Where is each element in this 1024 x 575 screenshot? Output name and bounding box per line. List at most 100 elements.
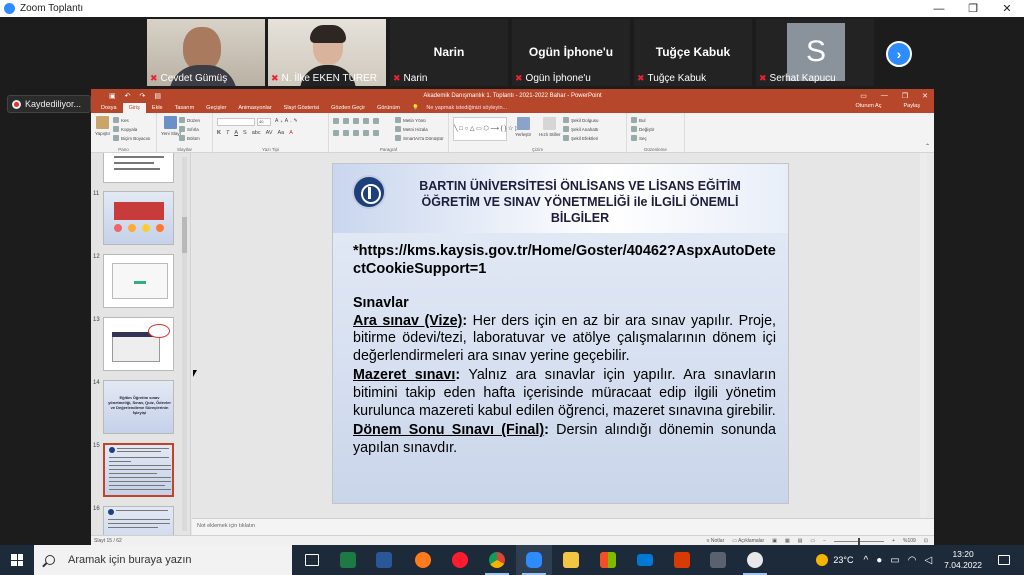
network-icon[interactable]: ▭ bbox=[890, 555, 899, 566]
weather-icon[interactable] bbox=[816, 554, 829, 566]
tab-insert[interactable]: Ekle bbox=[146, 105, 169, 113]
slide-thumbnail[interactable] bbox=[103, 317, 174, 371]
slide-thumbnail[interactable] bbox=[103, 191, 174, 245]
participant-tile-cevdet[interactable]: ✖ Cevdet Gümüş bbox=[147, 19, 265, 86]
thumbnail-scrollbar[interactable] bbox=[182, 157, 187, 531]
tell-me-search[interactable]: 💡 Ne yapmak istediğinizi söyleyin... bbox=[406, 105, 519, 113]
ppt-close-button[interactable]: ✕ bbox=[922, 92, 928, 100]
tab-review[interactable]: Gözden Geçir bbox=[325, 105, 371, 113]
shape-effects-button[interactable]: Şekil Efektleri bbox=[563, 135, 598, 141]
slide-thumbnail[interactable]: Eğitim Öğretim sınav yönetmeliği, Sınav,… bbox=[103, 380, 174, 434]
sign-in-link[interactable]: Oturum Aç bbox=[850, 103, 888, 111]
taskbar-app-excel[interactable] bbox=[330, 545, 366, 575]
current-slide[interactable]: BARTIN ÜNİVERSİTESİ ÖNLİSANS VE LİSANS E… bbox=[332, 163, 789, 504]
ribbon-display-icon[interactable]: ▭ bbox=[860, 92, 867, 100]
layout-button[interactable]: Düzen bbox=[179, 117, 200, 123]
participant-tile-narin[interactable]: Narin ✖ Narin bbox=[390, 19, 508, 86]
share-button[interactable]: Paylaş bbox=[897, 103, 926, 111]
taskbar-app-calculator[interactable] bbox=[700, 545, 736, 575]
font-style-buttons[interactable]: K T A Sabc AV Aa A bbox=[217, 130, 293, 136]
taskbar-app-zoom[interactable] bbox=[516, 545, 552, 575]
font-size-box[interactable]: 40 bbox=[257, 118, 271, 126]
list-buttons[interactable] bbox=[333, 118, 379, 124]
participant-tile-tugce[interactable]: Tuğçe Kabuk ✖ Tuğçe Kabuk bbox=[634, 19, 752, 86]
taskbar-app-word[interactable] bbox=[366, 545, 402, 575]
quick-styles-button[interactable]: Hızlı Stiller bbox=[539, 117, 561, 137]
slide-thumbnail[interactable] bbox=[103, 153, 174, 183]
ppt-minimize-button[interactable]: — bbox=[881, 92, 888, 100]
tab-home[interactable]: Giriş bbox=[122, 103, 146, 113]
taskbar-app-file-explorer[interactable] bbox=[553, 545, 589, 575]
minimize-button[interactable]: — bbox=[922, 0, 956, 17]
participant-tile-serhat[interactable]: S ✖ Serhat Kapucu bbox=[756, 19, 874, 86]
volume-icon[interactable]: ◁ bbox=[924, 555, 932, 566]
maximize-button[interactable]: ❐ bbox=[956, 0, 990, 17]
replace-button[interactable]: Değiştir bbox=[631, 126, 654, 132]
arrange-button[interactable]: Yerleştir bbox=[515, 117, 531, 137]
tab-view[interactable]: Görünüm bbox=[371, 105, 406, 113]
tab-transitions[interactable]: Geçişler bbox=[200, 105, 232, 113]
reading-view-icon[interactable]: ▤ bbox=[798, 538, 803, 544]
slide-vertical-scrollbar[interactable] bbox=[920, 153, 927, 518]
align-text-button[interactable]: Metni Hizala bbox=[395, 126, 428, 132]
taskbar-app-chrome[interactable] bbox=[479, 545, 515, 575]
next-page-arrow-icon[interactable]: › bbox=[886, 41, 912, 67]
comments-toggle[interactable]: ▭ Açıklamalar bbox=[732, 538, 764, 544]
shape-outline-button[interactable]: Şekil Anahattı bbox=[563, 126, 599, 132]
alignment-buttons[interactable] bbox=[333, 130, 379, 136]
slide-url-text[interactable]: *https://kms.kaysis.gov.tr/Home/Goster/4… bbox=[353, 242, 778, 278]
reset-button[interactable]: Sıfırla bbox=[179, 126, 199, 132]
temperature[interactable]: 23°C bbox=[833, 555, 853, 565]
taskbar-app-mail[interactable] bbox=[627, 545, 663, 575]
text-direction-button[interactable]: Metin Yönü bbox=[395, 117, 426, 123]
fit-slide-icon[interactable]: ⊡ bbox=[924, 538, 928, 544]
slide-thumbnail-pane[interactable]: 11 12 13 14 Eğitim Öğretim sınav yönetme… bbox=[91, 153, 191, 535]
taskbar-search-box[interactable]: Aramak için buraya yazın bbox=[34, 545, 292, 575]
recording-indicator[interactable]: Kaydediliyor... bbox=[7, 95, 91, 113]
zoom-in-button[interactable]: + bbox=[892, 538, 895, 544]
format-painter-button[interactable]: Biçim Boyacısı bbox=[113, 135, 151, 141]
shape-fill-button[interactable]: Şekil Dolgusu bbox=[563, 117, 599, 123]
participant-tile-ilke[interactable]: ✖ N. İlke EKEN TURER bbox=[268, 19, 386, 86]
tab-animations[interactable]: Animasyonlar bbox=[232, 105, 277, 113]
clock[interactable]: 13:20 7.04.2022 bbox=[944, 549, 982, 571]
collapse-ribbon-icon[interactable]: ⌃ bbox=[925, 143, 930, 150]
notes-pane[interactable]: Not eklemek için tıklatın bbox=[192, 518, 934, 535]
taskbar-app-opera[interactable] bbox=[442, 545, 478, 575]
shapes-gallery[interactable]: ╲ □ ○ △ ▭ ⬡ ⟶ { } ☆ ▷ bbox=[453, 117, 520, 141]
zoom-out-button[interactable]: − bbox=[823, 538, 826, 544]
ppt-maximize-button[interactable]: ❐ bbox=[902, 92, 908, 100]
zoom-level[interactable]: %109 bbox=[903, 538, 916, 544]
scrollbar-thumb[interactable] bbox=[182, 217, 187, 253]
font-size-buttons[interactable]: A + A- ✎ bbox=[275, 118, 298, 124]
taskbar-app-firefox[interactable] bbox=[405, 545, 441, 575]
tab-design[interactable]: Tasarım bbox=[169, 105, 201, 113]
find-button[interactable]: Bul bbox=[631, 117, 646, 123]
tab-slideshow[interactable]: Slayt Gösterisi bbox=[278, 105, 325, 113]
task-view-button[interactable] bbox=[294, 545, 330, 575]
microphone-icon[interactable]: ● bbox=[876, 555, 882, 566]
taskbar-app-paint[interactable] bbox=[737, 545, 773, 575]
zoom-slider[interactable] bbox=[834, 537, 885, 545]
smartart-button[interactable]: SmartArt'a Dönüştür bbox=[395, 135, 444, 141]
notes-toggle[interactable]: ≡ Notlar bbox=[707, 538, 725, 544]
font-name-box[interactable] bbox=[217, 118, 255, 126]
new-slide-button[interactable]: Yeni Slayt bbox=[161, 116, 181, 136]
slide-thumbnail[interactable] bbox=[103, 254, 174, 308]
slide-thumbnail[interactable] bbox=[103, 506, 174, 535]
slideshow-view-icon[interactable]: ▭ bbox=[810, 538, 815, 544]
slide-editing-area[interactable]: BARTIN ÜNİVERSİTESİ ÖNLİSANS VE LİSANS E… bbox=[192, 153, 927, 518]
normal-view-icon[interactable]: ▣ bbox=[772, 538, 777, 544]
slide-sorter-icon[interactable]: ▦ bbox=[785, 538, 790, 544]
select-button[interactable]: Seç bbox=[631, 135, 647, 141]
section-button[interactable]: Bölüm bbox=[179, 135, 200, 141]
taskbar-app-office[interactable] bbox=[664, 545, 700, 575]
start-button[interactable] bbox=[0, 545, 34, 575]
close-button[interactable]: ✕ bbox=[990, 0, 1024, 17]
participant-tile-ogun[interactable]: Ogün İphone'u ✖ Ogün İphone'u bbox=[512, 19, 630, 86]
paste-button[interactable]: Yapıştır bbox=[95, 116, 110, 136]
cut-button[interactable]: Kes bbox=[113, 117, 129, 123]
slide-body[interactable]: Sınavlar Ara sınav (Vize): Her ders için… bbox=[353, 295, 776, 459]
copy-button[interactable]: Kopyala bbox=[113, 126, 137, 132]
tab-file[interactable]: Dosya bbox=[95, 105, 123, 113]
